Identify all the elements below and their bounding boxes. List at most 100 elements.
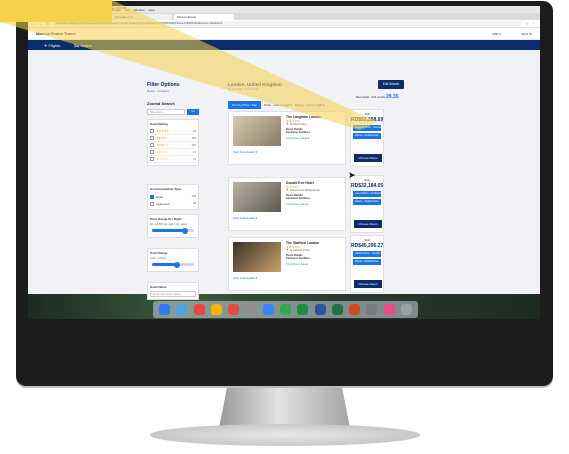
- site-header: Marcus Evans Travel GBP ▾ SIGN IN: [28, 28, 540, 40]
- rating-option[interactable]: ★★★★☆ 278: [150, 135, 196, 142]
- checkbox[interactable]: [150, 194, 154, 199]
- mouse-cursor-icon: ➤: [348, 170, 356, 180]
- price-filter-title: Price Range Per Night: [150, 217, 182, 221]
- word-icon[interactable]: [314, 304, 326, 315]
- numbers-icon[interactable]: [297, 304, 309, 315]
- room-option[interactable]: Deluxe - Flexible Rate: [353, 259, 381, 265]
- point-filter-title: Point Range: [150, 251, 168, 255]
- trash-icon[interactable]: [400, 304, 412, 315]
- hotel-photo[interactable]: [233, 182, 281, 212]
- safari-icon[interactable]: [176, 304, 188, 315]
- excel-icon[interactable]: [331, 304, 343, 315]
- hotel-price: RD$32,184.05: [351, 183, 384, 189]
- search-label: Zoomd Search: [147, 101, 175, 106]
- point-filter: Point Range 0 pts - 100 km: [147, 248, 199, 272]
- powerpoint-icon[interactable]: [349, 304, 361, 315]
- hotel-name-filter: Hotel Name Enter hotel name / brand...: [147, 282, 199, 300]
- hotel-features: Room Details Exclusive Facilities: [286, 194, 310, 201]
- accommodation-count: 443: [191, 195, 196, 198]
- results-location: London, United Kingdom: [228, 82, 282, 87]
- results-total: Best deals · 544 results 29.35: [356, 94, 399, 100]
- browser-tab-marcus[interactable]: Marcus Evans: [174, 14, 234, 20]
- main-nav: ✈ Flights 🛏 Hotels: [28, 40, 540, 50]
- results-panel: London, United Kingdom 04 Jun 2019 - 06 …: [228, 80, 404, 293]
- checkbox[interactable]: [150, 143, 154, 147]
- checkbox[interactable]: [150, 201, 154, 206]
- view-details-link[interactable]: View hotel details ▾: [233, 216, 257, 220]
- photos-icon[interactable]: [210, 304, 222, 315]
- finder-icon[interactable]: [159, 304, 171, 315]
- filter-reset-link[interactable]: Reset · Collapse: [147, 89, 199, 93]
- hotel-price: RD$45,295.27: [351, 243, 384, 249]
- room-option[interactable]: Guest Room - Flexible Rate: [353, 191, 381, 197]
- point-slider[interactable]: [152, 261, 194, 268]
- itunes-icon[interactable]: [383, 304, 395, 315]
- star-rating-icon: ★☆☆☆☆: [156, 157, 169, 161]
- rating-filter-title: Hotel Rating: [150, 122, 168, 126]
- hotel-card[interactable]: DoubleTree Hotel ★★★★☆ 📍 Westminster Bri…: [228, 177, 346, 231]
- calendar-icon[interactable]: [228, 304, 240, 315]
- maps-icon[interactable]: [279, 304, 291, 315]
- hotel-photo[interactable]: [233, 116, 281, 146]
- search-go-button[interactable]: Go: [187, 109, 199, 115]
- browser-tab-expedia[interactable]: Expedia.com: [112, 14, 172, 20]
- nav-hotels[interactable]: 🛏 Hotels: [74, 43, 92, 48]
- rating-option[interactable]: ★☆☆☆☆ 12: [150, 156, 196, 163]
- stage: Chrome File Edit View History Bookmarks …: [0, 0, 569, 454]
- checkbox[interactable]: [150, 129, 154, 133]
- rating-option[interactable]: ★★★☆☆ 222: [150, 142, 196, 149]
- sign-in-link[interactable]: SIGN IN: [521, 32, 532, 36]
- nav-flights[interactable]: ✈ Flights: [44, 43, 60, 48]
- hotel-name-filter-title: Hotel Name: [150, 285, 167, 289]
- monitor-base: [150, 424, 420, 446]
- checkbox[interactable]: [150, 157, 154, 161]
- price-slider[interactable]: [152, 227, 194, 234]
- accommodation-option[interactable]: Apartment 58: [150, 200, 196, 207]
- hotel-search-input[interactable]: Hotel Name: [147, 109, 185, 115]
- monitor-stand: [219, 388, 350, 428]
- brand-logo[interactable]: Marcus Evans Travel: [36, 31, 76, 36]
- view-details-link[interactable]: View hotel details ▾: [233, 150, 257, 154]
- sort-price-select[interactable]: Price - Low to High ▾: [264, 103, 292, 107]
- star-icon[interactable]: ☆: [525, 21, 529, 26]
- mail-icon[interactable]: [262, 304, 274, 315]
- highlight-callout: [0, 0, 112, 22]
- rating-option[interactable]: ★★☆☆☆ 17: [150, 149, 196, 156]
- rating-option[interactable]: ★★★★★ 91: [150, 128, 196, 135]
- sort-price-star-button[interactable]: Sort by Price / Star: [228, 101, 262, 109]
- checkbox[interactable]: [150, 150, 154, 154]
- hotel-price: RD$53,258.69: [351, 117, 384, 123]
- contacts-icon[interactable]: [245, 304, 257, 315]
- checkbox[interactable]: [150, 136, 154, 140]
- menu-dots-icon[interactable]: ⋮: [532, 21, 536, 26]
- rating-count: 12: [193, 157, 196, 161]
- filter-panel: Filter Options Reset · Collapse Zoomd Se…: [147, 82, 199, 300]
- room-option[interactable]: Superior Room - Standard Rate: [353, 125, 381, 131]
- accommodation-option[interactable]: Hotel 443: [150, 193, 196, 200]
- choose-room-button[interactable]: Choose Room: [354, 220, 382, 228]
- tripadvisor-rating: TripAdvisor ●●●●○: [286, 202, 310, 206]
- edit-search-button[interactable]: Edit Search: [378, 80, 404, 89]
- hotel-photo[interactable]: [233, 242, 281, 272]
- room-option[interactable]: Classic Room - Flexible Rate: [353, 251, 381, 257]
- chrome-icon[interactable]: [193, 304, 205, 315]
- choose-room-button[interactable]: Choose Room: [354, 280, 382, 288]
- settings-icon[interactable]: [366, 304, 378, 315]
- choose-room-button[interactable]: Choose Room: [354, 154, 382, 162]
- point-slider-handle[interactable]: [174, 261, 181, 268]
- tripadvisor-rating: TripAdvisor ●●●●○: [286, 262, 310, 266]
- address-bar[interactable]: marcusevansflights.com/hotels/search/res…: [52, 21, 523, 26]
- hotel-card[interactable]: The Langham London ★★★★★ 📍 Portland Plac…: [228, 111, 346, 165]
- price-slider-handle[interactable]: [181, 227, 188, 234]
- currency-select[interactable]: GBP ▾: [492, 32, 501, 36]
- price-label: Total: [364, 239, 370, 242]
- room-option[interactable]: Deluxe - Flexible Rate: [353, 199, 381, 205]
- hotel-address: 📍 St James's Place: [286, 249, 310, 252]
- view-details-link[interactable]: View hotel details ▾: [233, 276, 257, 280]
- hotel-name-input[interactable]: Enter hotel name / brand...: [150, 291, 196, 297]
- room-option[interactable]: Deluxe - Flexible Rate: [353, 133, 381, 139]
- hotel-features: Room Details Exclusive Facilities: [286, 128, 310, 135]
- hotel-card[interactable]: The Stafford London ★★★★★ 📍 St James's P…: [228, 237, 346, 291]
- sort-rating-select[interactable]: Rating - Low to High ▾: [295, 103, 325, 107]
- price-card: Total RD$53,258.69 Superior Room - Stand…: [350, 109, 384, 167]
